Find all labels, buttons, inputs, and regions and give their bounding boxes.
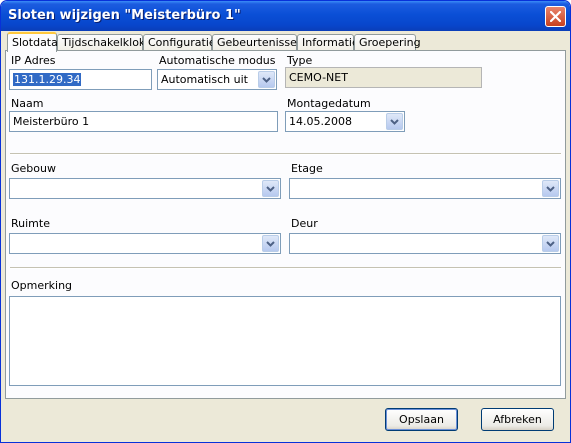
mount-date-label: Montagedatum (287, 97, 371, 110)
room-select[interactable] (9, 233, 281, 254)
remark-textarea[interactable] (9, 296, 561, 386)
dialog-window: Sloten wijzigen "Meisterbüro 1" Slotdata… (0, 0, 571, 443)
tab-panel-slotdata: IP Adres 131.1.29.34 Automatische modus … (5, 50, 566, 399)
close-button[interactable] (545, 6, 566, 27)
name-label: Naam (11, 97, 44, 110)
separator (10, 267, 561, 269)
chevron-down-icon[interactable] (542, 180, 559, 197)
door-select[interactable] (289, 233, 561, 254)
title-bar[interactable]: Sloten wijzigen "Meisterbüro 1" (1, 1, 570, 31)
window-title: Sloten wijzigen "Meisterbüro 1" (8, 8, 241, 23)
type-field: CEMO-NET (285, 67, 482, 88)
auto-mode-label: Automatische modus (159, 54, 276, 67)
ip-address-value: 131.1.29.34 (13, 73, 82, 86)
tab-configuratie[interactable]: Configuratie (143, 34, 216, 50)
chevron-down-icon[interactable] (386, 113, 403, 130)
chevron-down-icon[interactable] (542, 235, 559, 252)
chevron-down-icon[interactable] (262, 180, 279, 197)
close-icon (550, 11, 561, 22)
auto-mode-value: Automatisch uit (161, 73, 248, 86)
mount-date-value: 14.05.2008 (289, 115, 352, 128)
ip-label: IP Adres (11, 54, 56, 67)
door-label: Deur (291, 217, 318, 230)
tab-tijdschakelklok[interactable]: Tijdschakelklok (57, 34, 145, 50)
floor-label: Etage (291, 162, 323, 175)
floor-select[interactable] (289, 178, 561, 199)
building-select[interactable] (9, 178, 281, 199)
ip-address-field[interactable]: 131.1.29.34 (9, 69, 152, 90)
tab-slotdata[interactable]: Slotdata (7, 32, 58, 52)
tab-informatie[interactable]: Informatie (297, 34, 359, 50)
type-value: CEMO-NET (289, 71, 348, 84)
tab-gebeurtenissen[interactable]: Gebeurtenissen (212, 34, 304, 50)
chevron-down-icon[interactable] (258, 71, 275, 88)
type-label: Type (287, 54, 313, 67)
save-button[interactable]: Opslaan (385, 408, 458, 431)
chevron-down-icon[interactable] (262, 235, 279, 252)
building-label: Gebouw (11, 162, 56, 175)
mount-date-picker[interactable]: 14.05.2008 (285, 111, 405, 132)
auto-mode-select[interactable]: Automatisch uit (157, 69, 277, 90)
remark-label: Opmerking (11, 279, 73, 292)
name-field[interactable]: Meisterbüro 1 (9, 111, 278, 132)
separator (10, 153, 561, 155)
cancel-button[interactable]: Afbreken (481, 408, 554, 431)
room-label: Ruimte (11, 217, 50, 230)
name-value: Meisterbüro 1 (13, 115, 90, 128)
tab-groepering[interactable]: Groepering (354, 34, 421, 50)
